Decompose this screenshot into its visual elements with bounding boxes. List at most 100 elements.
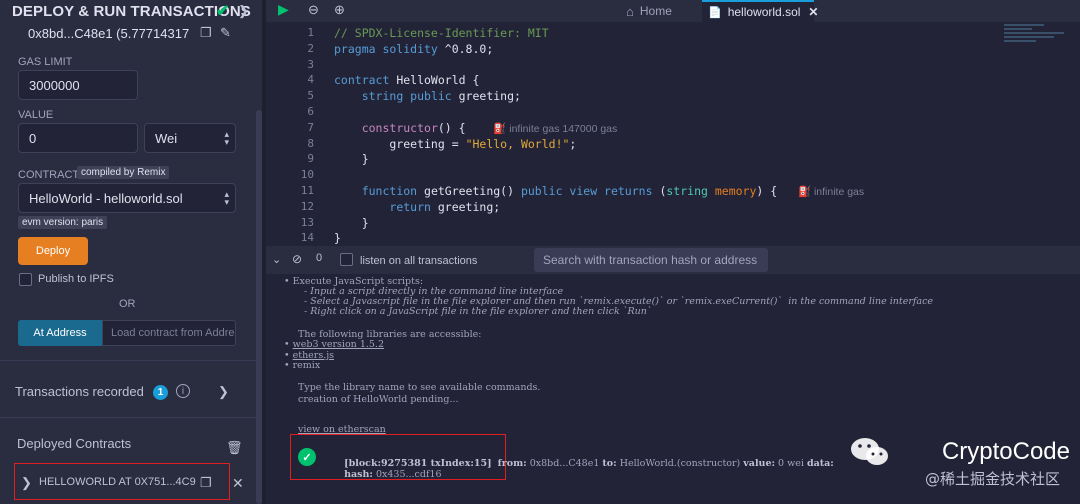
code-line[interactable]: constructor() { ⛽ infinite gas 147000 ga… [334,121,618,135]
code-line[interactable]: contract HelloWorld { [334,73,479,87]
collapse-terminal-icon[interactable]: ⌄ [272,253,281,266]
contract-label: CONTRACT [18,169,80,181]
transaction-search-input[interactable]: Search with transaction hash or address [534,248,768,272]
code-line[interactable]: string public greeting; [334,89,521,103]
at-address-button[interactable]: At Address [18,320,102,346]
wechat-logo-icon [851,438,888,465]
code-token: ; [569,137,577,151]
copy-icon[interactable]: ❐ [200,475,212,491]
or-label: OR [119,298,136,310]
chevron-right-icon[interactable]: ❯ [218,384,229,400]
publish-ipfs-label: Publish to IPFS [38,273,114,285]
value-input[interactable]: 0 [18,123,138,153]
code-line[interactable]: return greeting; [334,200,500,214]
value-unit: Wei [155,130,178,146]
divider [0,417,256,418]
gas-limit-label: GAS LIMIT [18,56,73,68]
code-token: public view returns [520,184,653,198]
library-item[interactable]: • web3 version 1.5.2 [284,339,384,350]
code-token: greeting = [334,137,466,151]
tab-file-label: helloworld.sol [727,5,801,19]
value-label: VALUE [18,109,54,121]
code-editor[interactable]: 1 // SPDX-License-Identifier: MIT 2 pragma … [266,22,1080,244]
code-token: ^0.8.0; [437,42,494,56]
line-number: 9 [307,152,314,165]
code-token: "Hello, World!" [465,137,570,151]
code-token: greeting; [451,89,521,103]
zoom-out-icon[interactable]: ⊖ [308,2,319,18]
value-unit-select[interactable]: Wei ▴ ▾ [144,123,236,153]
deployed-contract-row[interactable]: ❯ HELLOWORLD AT 0X751...4C9 [14,463,230,500]
check-icon: ✔ [216,3,230,20]
code-token: ( [652,184,667,198]
select-arrows-icon: ▴ ▾ [224,129,229,147]
edit-icon[interactable]: ✎ [220,25,231,41]
info-icon[interactable]: i [176,384,190,398]
pending-message: creation of HelloWorld pending... [298,394,459,405]
editor-tabs-bar: ▶ ⊖ ⊕ ⌂ Home 📄 helloworld.sol ✕ [266,0,1080,22]
code-line[interactable]: // SPDX-License-Identifier: MIT [334,26,549,40]
watermark-brand: CryptoCode [941,438,1070,465]
code-line[interactable]: } [334,152,369,166]
copy-icon[interactable]: ❐ [200,25,212,41]
tab-home-label: Home [639,4,672,18]
success-check-icon: ✓ [298,448,316,466]
publish-ipfs-checkbox[interactable] [19,273,32,286]
code-token: memory [714,184,757,198]
transactions-recorded-label[interactable]: Transactions recorded [15,384,144,399]
search-placeholder: Search with transaction hash or address [543,253,758,267]
tab-helloworld-sol[interactable]: 📄 helloworld.sol ✕ [702,0,818,22]
run-icon[interactable]: ▶ [278,1,289,18]
contract-select[interactable]: HelloWorld - helloworld.sol ▴ ▾ [18,183,236,213]
account-select[interactable]: 0x8bd...C48e1 (5.77714317 [18,22,192,44]
line-number: 13 [300,216,314,229]
compiled-badge: compiled by Remix [77,166,170,179]
editor-minimap[interactable] [1004,24,1074,50]
line-number: 11 [300,184,314,197]
code-token: getGreeting() [417,184,521,198]
code-token: greeting; [430,200,501,214]
load-contract-input[interactable]: Load contract from Address [102,320,236,346]
clear-console-icon[interactable]: ⊘ [292,252,302,266]
deployed-contract-name: HELLOWORLD AT 0X751...4C9 [39,475,196,488]
gas-limit-input[interactable]: 3000000 [18,70,138,100]
tab-home[interactable]: ⌂ Home [626,0,698,22]
line-number: 3 [307,58,314,71]
close-tab-icon[interactable]: ✕ [808,5,818,19]
code-token: HelloWorld { [389,73,480,87]
deploy-panel: DEPLOY & RUN TRANSACTIONS ✔ ❯ 0x8bd...C4… [0,0,262,504]
divider [0,360,256,361]
line-number: 5 [307,89,314,102]
code-line[interactable]: } [334,231,341,244]
select-arrows-icon: ▴ ▾ [224,189,229,207]
close-icon[interactable]: ✕ [232,475,244,492]
trash-icon[interactable]: 🗑 [226,440,243,456]
terminal-toolbar: ⌄ ⊘ 0 listen on all transactions Search … [266,246,1080,274]
line-number: 2 [307,42,314,55]
code-line[interactable]: pragma solidity ^0.8.0; [334,42,493,56]
chevron-right-icon[interactable]: ❯ [238,3,249,19]
code-token: } [334,216,369,230]
code-token: ) { [756,184,798,198]
deploy-button[interactable]: Deploy [18,237,88,265]
line-number: 12 [300,200,314,213]
gas-limit-value: 3000000 [29,77,80,93]
execute-hint: - Right click on a JavaScript file in th… [304,306,652,317]
value-amount: 0 [29,130,37,146]
code-line[interactable]: greeting = "Hello, World!"; [334,137,576,151]
listen-all-checkbox[interactable] [340,253,353,266]
code-token: return [389,200,431,214]
pending-count: 0 [316,252,323,264]
type-hint: Type the library name to see available c… [298,382,541,393]
chevron-right-icon[interactable]: ❯ [21,475,32,491]
code-line[interactable]: } [334,216,369,230]
transactions-count-badge: 1 [153,385,168,400]
code-line[interactable]: function getGreeting() public view retur… [334,184,864,198]
transaction-hash: hash: 0x435...cdf16 [344,469,442,480]
zoom-in-icon[interactable]: ⊕ [334,2,345,18]
line-number: 7 [307,121,314,134]
code-token: } [334,231,341,244]
